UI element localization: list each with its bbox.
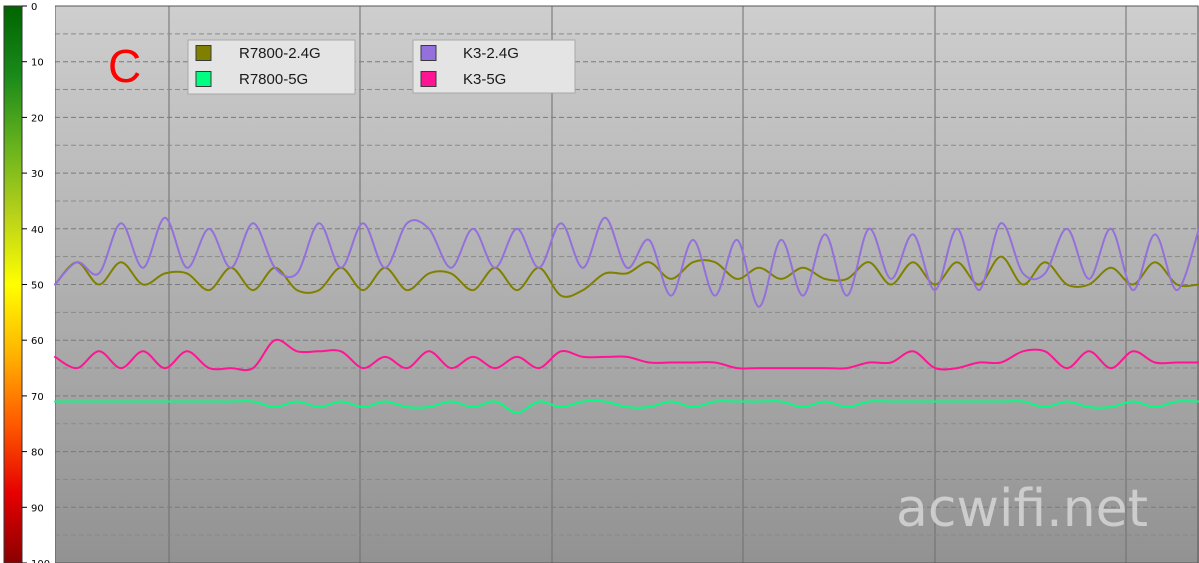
legend-swatch: [195, 71, 212, 87]
legend-label: R7800-5G: [239, 71, 308, 88]
y-tick-label: 100: [31, 559, 50, 563]
y-tick-label: 50: [31, 281, 44, 292]
signal-chart: 0 10 20 30 40 50 60 70 80 90 100 C R7800-2.4G R7800…: [0, 0, 1199, 563]
y-tick-label: 80: [31, 448, 44, 459]
y-tick-label: 20: [31, 113, 44, 124]
y-tick-label: 0: [31, 2, 37, 13]
panel-marker: C: [108, 40, 141, 92]
y-tick-label: 10: [31, 58, 44, 69]
legend-swatch: [420, 71, 437, 87]
y-tick-label: 90: [31, 503, 44, 514]
y-tick-label: 30: [31, 169, 44, 180]
legend-label: K3-2.4G: [463, 45, 519, 62]
y-tick-label: 40: [31, 225, 44, 236]
legend-swatch: [420, 45, 437, 61]
y-tick-label: 60: [31, 336, 44, 347]
legend-label: R7800-2.4G: [239, 45, 321, 62]
y-tick-label: 70: [31, 392, 44, 403]
y-axis-color-scale: [3, 5, 23, 563]
legend-swatch: [195, 45, 212, 61]
legend-label: K3-5G: [463, 71, 506, 88]
watermark: acwifi.net: [896, 479, 1148, 539]
